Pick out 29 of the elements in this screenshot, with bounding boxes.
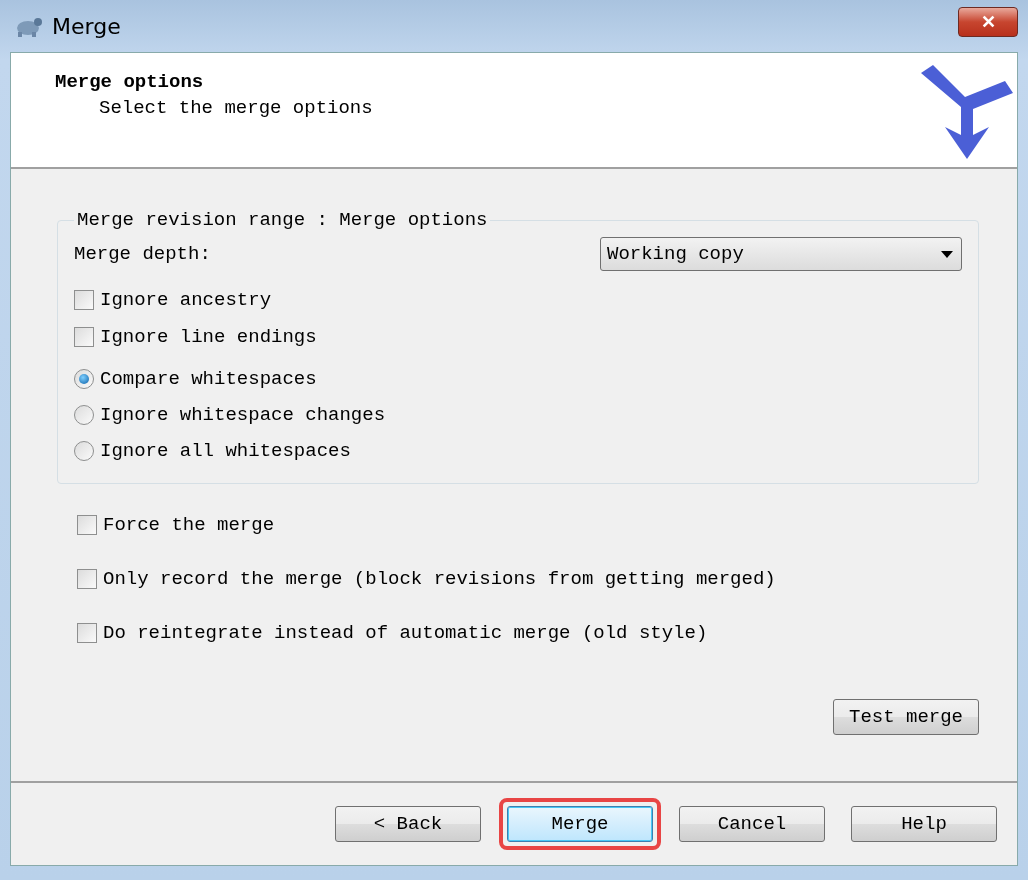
radio-button[interactable] [74, 369, 94, 389]
checkbox-label: Force the merge [103, 513, 275, 536]
group-legend: Merge revision range : Merge options [74, 209, 491, 231]
checkbox[interactable] [74, 289, 94, 310]
dialog-button[interactable]: < Back [335, 806, 481, 842]
dialog-button[interactable]: Help [851, 806, 997, 842]
close-button[interactable]: ✕ [958, 7, 1018, 37]
checkbox[interactable] [74, 326, 94, 347]
page-subtitle: Select the merge options [99, 97, 373, 119]
radio-label: Compare whitespaces [100, 368, 317, 390]
checkbox-label: Do reintegrate instead of automatic merge (old style) [103, 621, 708, 644]
checkbox[interactable] [77, 514, 97, 535]
test-merge-button[interactable]: Test merge [833, 699, 979, 735]
dialog-button[interactable]: Merge [507, 806, 653, 842]
depth-label: Merge depth: [74, 243, 211, 265]
checkbox-label: Only record the merge (block revisions from getting merged) [103, 567, 776, 590]
radio-label: Ignore whitespace changes [100, 404, 386, 426]
checkbox[interactable] [77, 568, 97, 589]
radio-button[interactable] [74, 405, 94, 425]
window-title: Merge [52, 13, 122, 39]
depth-dropdown[interactable]: Working copy [600, 237, 962, 271]
radio-button[interactable] [74, 441, 94, 461]
dropdown-caret-icon [941, 250, 953, 258]
checkbox[interactable] [77, 622, 97, 643]
page-title: Merge options [55, 71, 205, 93]
dialog-button[interactable]: Cancel [679, 806, 825, 842]
checkbox-label: Ignore ancestry [100, 288, 272, 311]
checkbox-label: Ignore line endings [100, 325, 317, 348]
radio-label: Ignore all whitespaces [100, 440, 351, 462]
